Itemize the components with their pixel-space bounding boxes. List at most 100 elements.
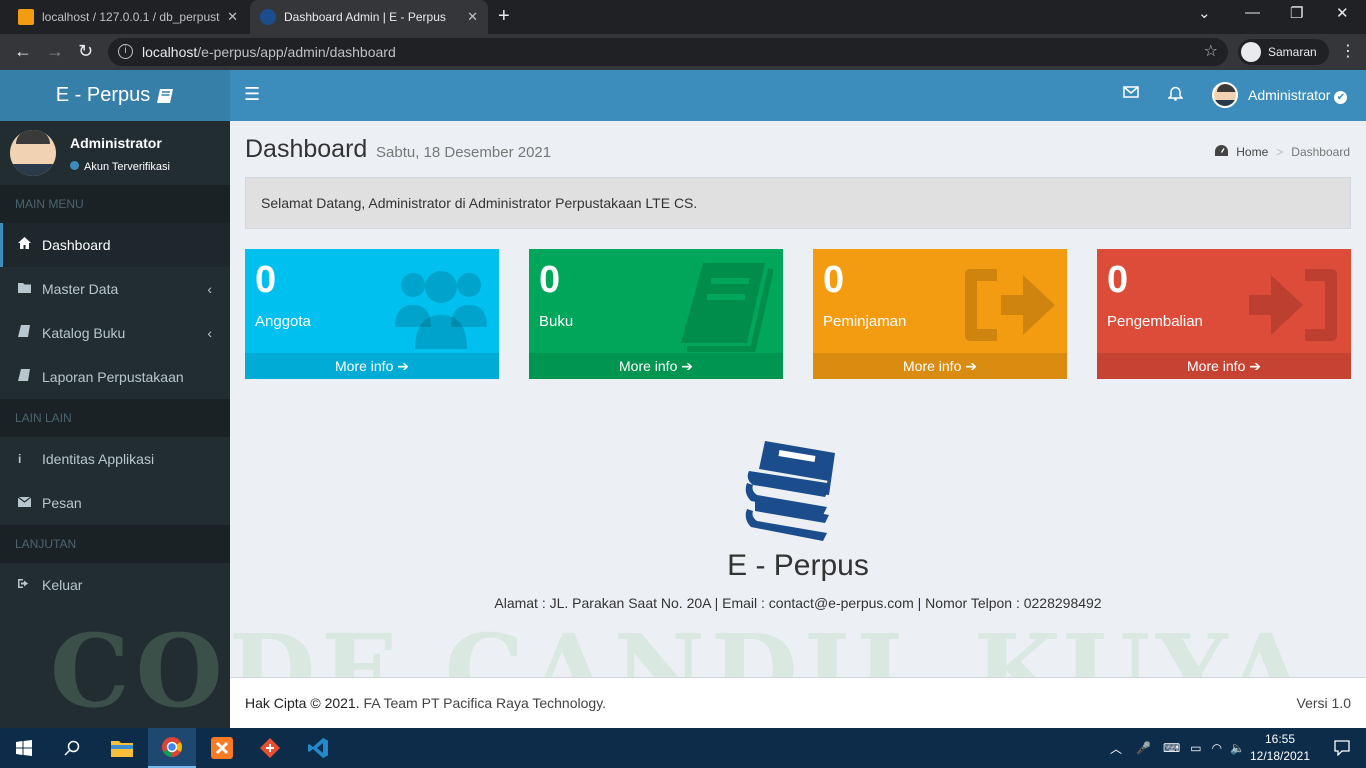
- brand-large: E - Perpus: [727, 549, 869, 582]
- bookmark-star-icon[interactable]: ☆: [1204, 38, 1218, 66]
- phpmyadmin-icon: [18, 9, 34, 25]
- topbar-user-name: Administrator: [1248, 86, 1331, 103]
- menu-header-other: LAIN LAIN: [0, 399, 230, 437]
- sidebar-item-pesan[interactable]: Pesan: [0, 481, 230, 525]
- clock-date: 12/18/2021: [1249, 749, 1311, 763]
- sidebar-item-master-data[interactable]: Master Data ‹: [0, 267, 230, 311]
- microphone-icon[interactable]: 🎤: [1136, 741, 1151, 755]
- home-icon: [18, 223, 42, 267]
- sidebar-item-identitas[interactable]: i Identitas Applikasi: [0, 437, 230, 481]
- browser-menu-icon[interactable]: ⋮: [1340, 41, 1356, 61]
- browser-tab-phpmyadmin[interactable]: localhost / 127.0.0.1 / db_perpust ✕: [8, 0, 248, 34]
- brand-logo[interactable]: E - Perpus: [0, 70, 230, 121]
- git-icon[interactable]: [246, 728, 294, 768]
- forward-button[interactable]: →: [46, 41, 64, 62]
- user-panel-name: Administrator: [70, 135, 162, 151]
- breadcrumb-current: Dashboard: [1291, 145, 1350, 159]
- more-info-link[interactable]: More info ➔: [813, 353, 1067, 379]
- sidebar-item-laporan[interactable]: Laporan Perpustakaan: [0, 355, 230, 399]
- menu-header-next: LANJUTAN: [0, 525, 230, 563]
- avatar: [10, 130, 56, 176]
- incognito-profile-button[interactable]: Samaran: [1238, 39, 1329, 65]
- taskbar-clock[interactable]: 16:55 12/18/2021: [1248, 731, 1312, 765]
- breadcrumb: Home > Dashboard: [1215, 145, 1350, 159]
- reload-button[interactable]: ↻: [78, 41, 93, 62]
- tab-title: Dashboard Admin | E - Perpus: [284, 10, 446, 24]
- close-window-button[interactable]: ✕: [1336, 4, 1349, 22]
- user-menu[interactable]: Administrator ✔: [1212, 82, 1348, 108]
- chevron-left-icon: ‹: [207, 281, 212, 297]
- sidebar-item-label: Keluar: [42, 577, 83, 593]
- check-circle-icon: ✔: [1334, 90, 1348, 104]
- back-button[interactable]: ←: [14, 41, 32, 62]
- url-host: localhost: [142, 44, 198, 60]
- copyright: Hak Cipta © 2021. FA Team PT Pacifica Ra…: [245, 695, 606, 711]
- browser-tab-dashboard[interactable]: Dashboard Admin | E - Perpus ✕: [250, 0, 488, 34]
- stat-label: Buku: [539, 313, 574, 330]
- copyright-suffix[interactable]: FA Team PT Pacifica Raya Technology.: [364, 695, 607, 711]
- user-panel: Administrator Akun Terverifikasi: [0, 121, 230, 185]
- sign-in-icon: [1249, 269, 1337, 341]
- tray-chevron-up-icon[interactable]: ︿: [1110, 740, 1122, 757]
- minimize-button[interactable]: —: [1245, 4, 1260, 21]
- breadcrumb-separator: >: [1276, 145, 1284, 159]
- wifi-icon[interactable]: ◠: [1212, 741, 1222, 755]
- stat-value: 0: [1107, 259, 1129, 301]
- stat-value: 0: [823, 259, 845, 301]
- keyboard-icon[interactable]: ⌨: [1163, 741, 1180, 755]
- book-icon: [157, 88, 174, 103]
- system-tray: ︿ 🎤 ⌨ ▭ ◠ 🔈: [1110, 728, 1245, 768]
- notifications-icon[interactable]: [1318, 728, 1366, 768]
- file-explorer-icon[interactable]: [98, 728, 146, 768]
- sidebar-item-dashboard[interactable]: Dashboard: [0, 223, 230, 267]
- volume-icon[interactable]: 🔈: [1230, 741, 1245, 755]
- sidebar-item-label: Katalog Buku: [42, 325, 126, 341]
- sidebar-item-label: Dashboard: [42, 237, 111, 253]
- stat-label: Pengembalian: [1107, 313, 1203, 330]
- envelope-icon: [17, 481, 42, 525]
- top-navbar: ☰ Administrator ✔: [230, 70, 1366, 121]
- admin-app: E - Perpus ☰ Administrator ✔ Administrato…: [0, 70, 1366, 730]
- envelope-icon[interactable]: [1123, 85, 1139, 104]
- stat-label: Peminjaman: [823, 313, 907, 330]
- url-path: /e-perpus/app/admin/dashboard: [197, 44, 396, 60]
- search-icon[interactable]: [48, 728, 96, 768]
- breadcrumb-home-link[interactable]: Home: [1236, 145, 1268, 159]
- tab-title: localhost / 127.0.0.1 / db_perpust: [42, 10, 220, 24]
- globe-icon: [260, 9, 276, 25]
- sidebar-item-katalog-buku[interactable]: Katalog Buku ‹: [0, 311, 230, 355]
- address-bar[interactable]: i localhost/e-perpus/app/admin/dashboard…: [108, 38, 1228, 66]
- close-tab-icon[interactable]: ✕: [227, 9, 238, 25]
- stat-value: 0: [539, 259, 561, 301]
- main-content: Dashboard Sabtu, 18 Desember 2021 Home >…: [230, 121, 1366, 677]
- more-info-link[interactable]: More info ➔: [1097, 353, 1351, 379]
- site-info-icon[interactable]: i: [118, 44, 133, 59]
- book-icon: [18, 355, 42, 399]
- vscode-icon[interactable]: [294, 728, 342, 768]
- close-tab-icon[interactable]: ✕: [467, 9, 478, 25]
- sidebar-toggle-icon[interactable]: ☰: [244, 84, 260, 105]
- page-subtitle: Sabtu, 18 Desember 2021: [376, 144, 552, 161]
- new-tab-button[interactable]: +: [498, 5, 510, 28]
- books-logo-icon: [745, 441, 835, 541]
- dashboard-icon: [1215, 145, 1229, 159]
- stat-box-anggota: 0 Anggota More info ➔: [245, 249, 499, 379]
- user-status-text: Akun Terverifikasi: [84, 161, 170, 173]
- folder-icon: [18, 267, 42, 311]
- xampp-icon[interactable]: [198, 728, 246, 768]
- chrome-icon[interactable]: [148, 728, 196, 768]
- stat-box-peminjaman: 0 Peminjaman More info ➔: [813, 249, 1067, 379]
- user-panel-status: Akun Terverifikasi: [70, 161, 170, 173]
- stat-box-pengembalian: 0 Pengembalian More info ➔: [1097, 249, 1351, 379]
- more-info-link[interactable]: More info ➔: [245, 353, 499, 379]
- windows-taskbar: ︿ 🎤 ⌨ ▭ ◠ 🔈 16:55 12/18/2021: [0, 728, 1366, 768]
- sidebar-item-keluar[interactable]: Keluar: [0, 563, 230, 607]
- windows-start-icon[interactable]: [0, 728, 48, 768]
- battery-icon[interactable]: ▭: [1190, 741, 1201, 755]
- restore-button[interactable]: ❐: [1290, 4, 1303, 22]
- more-info-link[interactable]: More info ➔: [529, 353, 783, 379]
- tab-search-icon[interactable]: ⌄: [1198, 4, 1211, 22]
- sign-out-icon: [18, 563, 42, 607]
- sidebar-item-label: Laporan Perpustakaan: [42, 369, 184, 385]
- bell-icon[interactable]: [1167, 85, 1184, 106]
